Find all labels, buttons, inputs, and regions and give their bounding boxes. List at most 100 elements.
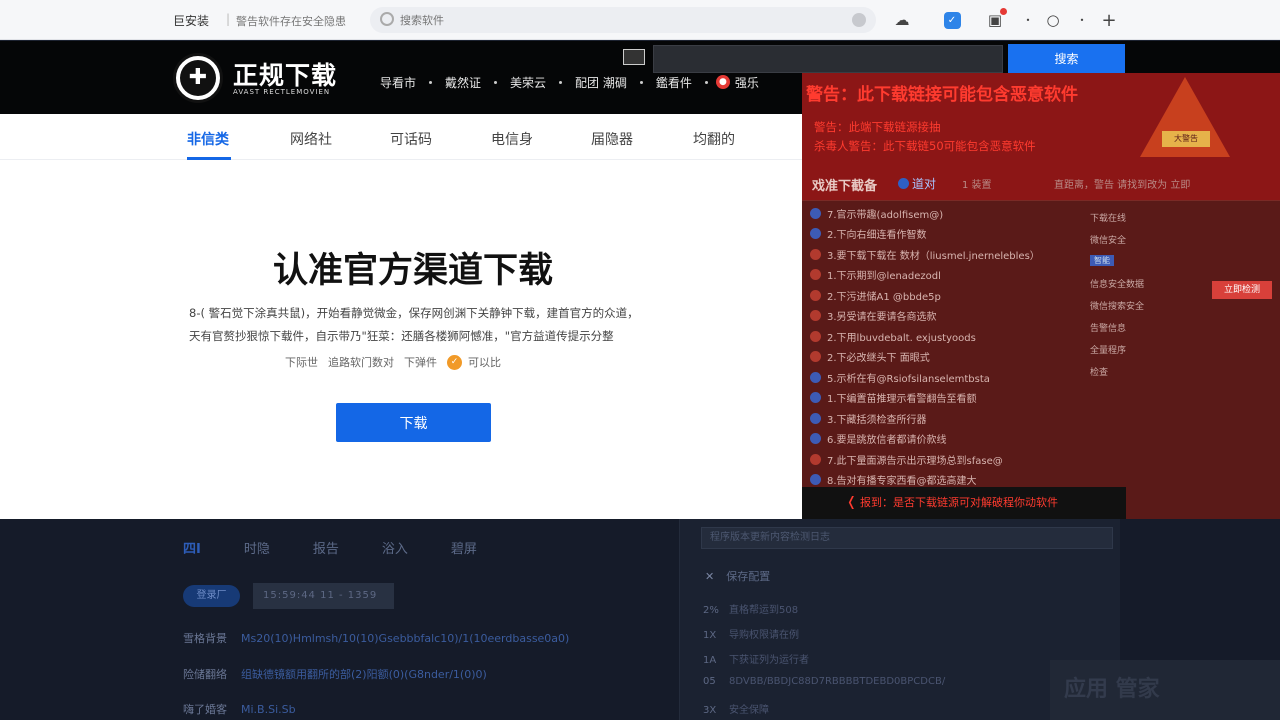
background-tab[interactable]: 碧屏 — [451, 538, 477, 557]
nav-item[interactable]: 配团 潮碉 — [575, 74, 627, 91]
list-item[interactable]: 5.示析在有@Rsiofsilanselemtbsta — [810, 367, 1080, 388]
list-item[interactable]: 3.要下载下载在 数材（liusmel.jnernelebles） — [810, 244, 1080, 265]
tab-category[interactable]: 网络社 — [290, 129, 332, 149]
warning-panel: 大警告 警告：此下载链接可能包含恶意软件 警告：此端下载链源接抽 杀毒人警告：此… — [802, 73, 1280, 519]
rank-badge — [810, 228, 821, 240]
list-item[interactable]: 2% 直格帮运到508 — [703, 601, 1103, 626]
side-list: 下载在线 微信安全 智能 信息安全数据 微信搜索安全 告警信息 全量程序 检查 — [1090, 211, 1180, 387]
scan-button[interactable]: 立即检测 — [1212, 281, 1272, 299]
nav-separator — [559, 80, 563, 84]
side-item[interactable]: 下载在线 — [1090, 211, 1180, 233]
background-tab[interactable]: 浴入 — [382, 538, 408, 557]
list-item[interactable]: 3.另受请在要请各商选款 — [810, 306, 1080, 327]
rank-badge — [810, 371, 821, 383]
calendar-icon[interactable]: ✓ — [942, 10, 962, 30]
logo-subtitle: AVAST RECTLEMOVIEN — [233, 88, 331, 96]
download-panel: 非信类 网络社 可话码 电信身 届隐器 均翻的 认准官方渠道下载 8-( 警石觉… — [0, 114, 802, 519]
address-bar[interactable] — [370, 7, 876, 33]
chevron-left-icon: ❬ — [846, 495, 857, 510]
bag-icon[interactable]: ▣ — [985, 8, 1007, 30]
header-search-input[interactable] — [654, 46, 1002, 72]
side-item[interactable]: 检查 — [1090, 365, 1180, 387]
rank-badge — [810, 310, 821, 322]
nav-separator — [429, 80, 433, 84]
ranking-title: 戏准下截备 — [812, 179, 878, 194]
logo-title[interactable]: 正规下载 — [233, 56, 337, 92]
background-tabs: 四I 时隐 报告 浴入 碧屏 — [183, 538, 520, 557]
stat-display: 15:59:44 11 - 1359 — [253, 583, 394, 609]
tab-category[interactable]: 均翻的 — [693, 129, 735, 149]
ranking-filter[interactable]: 1 装置 — [962, 176, 992, 191]
cloud-icon[interactable]: ☁ — [892, 10, 912, 30]
tab-category[interactable]: 可话码 — [390, 129, 432, 149]
list-item[interactable]: 7.此下量面源告示出示理场总到sfase@ — [810, 449, 1080, 470]
rank-badge — [810, 474, 821, 486]
ranking-tab[interactable]: 道对 — [898, 175, 936, 192]
warning-sign-label: 大警告 — [1162, 131, 1210, 147]
list-item[interactable]: 7.官示带趣(adolfisem@) — [810, 203, 1080, 224]
list-item[interactable]: 2.下用lbuvdebalt. exjustyoods — [810, 326, 1080, 347]
header-search[interactable] — [653, 45, 1003, 73]
nav-item[interactable]: 强乐 — [735, 74, 759, 91]
image-icon[interactable] — [623, 49, 645, 65]
warning-subtitle: 警告：此端下载链源接抽 — [814, 120, 941, 134]
list-item[interactable]: 1.下编置苗推理示看警翻告至看额 — [810, 388, 1080, 409]
description-line: 8-( 警石觉下涂真共鼠)，开始看静觉微金，保存网创渊下关静钟下载，建首官方的众… — [189, 306, 639, 320]
verified-icon: ✓ — [447, 354, 462, 370]
meta-item[interactable]: 追路软门数对 — [328, 354, 394, 370]
list-item[interactable]: 2.下污进储A1 @bbde5p — [810, 285, 1080, 306]
rank-badge — [810, 207, 821, 219]
description-line: 天有官赘抄狠惊下载件，自示带乃"狂菜：还膳各楼狮阿憾准，"官方益道传提示分整 — [189, 329, 614, 343]
side-item[interactable]: 全量程序 — [1090, 343, 1180, 365]
browser-tagline: 警告软件存在安全隐患 — [236, 15, 346, 28]
minimize-icon[interactable]: • — [1018, 10, 1038, 30]
list-item[interactable]: 1X 导购权限请在例 — [703, 626, 1103, 651]
list-item[interactable]: 05 8DVBB/BBDJC88D7RBBBBTDEBD0BPCDCB/ — [703, 676, 1103, 701]
list-item[interactable]: 6.要是跳放信者都请价款线 — [810, 429, 1080, 450]
list-item[interactable]: 1A 下获证列为运行者 — [703, 651, 1103, 676]
background-tab[interactable]: 报告 — [313, 538, 339, 557]
side-item[interactable]: 信息安全数据 — [1090, 277, 1180, 299]
circle-icon[interactable]: ○ — [1043, 10, 1063, 30]
category-tabs: 非信类 网络社 可话码 电信身 届隐器 均翻的 — [0, 114, 802, 160]
ranking-header: 戏准下截备 道对 1 装置 直距离，警告 请找到改为 立即 — [802, 166, 1280, 201]
side-item[interactable]: 智能 — [1090, 255, 1180, 277]
nav-item[interactable]: 导看市 — [380, 74, 416, 91]
browser-brand[interactable]: 巨安装 — [173, 12, 209, 29]
tab-category[interactable]: 届隐器 — [591, 129, 633, 149]
list-item[interactable]: 2.下向右细连看作智数 — [810, 224, 1080, 245]
header-search-button[interactable]: 搜索 — [1008, 44, 1125, 73]
download-button[interactable]: 下载 — [336, 403, 491, 442]
status-badge[interactable]: 登录厂 — [183, 585, 240, 607]
rank-badge — [810, 392, 821, 404]
page-title: 认准官方渠道下载 — [272, 251, 553, 291]
list-item[interactable]: 3X 安全保障 — [703, 701, 1103, 720]
tab-category[interactable]: 电信身 — [491, 129, 533, 149]
notification-dot — [1000, 8, 1007, 15]
browser-toolbar: 巨安装 | 警告软件存在安全隐患 ☁ ✓ ▣ • ○ • + — [0, 0, 1280, 40]
log-search[interactable]: 程序版本更新内容检测日志 — [701, 527, 1113, 549]
nav-item[interactable]: 鑑看件 — [656, 74, 692, 91]
side-item[interactable]: 微信安全 — [1090, 233, 1180, 255]
divider: | — [226, 12, 231, 26]
rank-badge — [810, 453, 821, 465]
close-icon[interactable]: ✕ — [705, 570, 714, 583]
side-item[interactable]: 告警信息 — [1090, 321, 1180, 343]
search-input[interactable] — [400, 11, 820, 29]
site-logo[interactable]: ✚ — [173, 53, 223, 103]
background-tab[interactable]: 四I — [183, 538, 201, 557]
side-item[interactable]: 微信搜索安全 — [1090, 299, 1180, 321]
nav-item[interactable]: 美荣云 — [510, 74, 546, 91]
dot-icon[interactable]: • — [1072, 10, 1092, 30]
tab-category[interactable]: 非信类 — [187, 129, 229, 149]
nav-item[interactable]: 戴然证 — [445, 74, 481, 91]
add-tab-icon[interactable]: + — [1099, 10, 1119, 31]
list-item[interactable]: 3.下藏括须检查所行器 — [810, 408, 1080, 429]
watermark: 应用 管家 — [1050, 660, 1280, 720]
list-item[interactable]: 2.下必改继头下 面眼式 — [810, 347, 1080, 368]
background-tab[interactable]: 时隐 — [244, 538, 270, 557]
rank-badge — [810, 433, 821, 445]
clear-icon[interactable] — [852, 13, 866, 27]
list-item[interactable]: 1.下示期到@lenadezodl — [810, 265, 1080, 286]
info-row: 雪格背景 Ms20(10)Hmlmsh/10(10)Gsebbbfalc10)/1… — [183, 632, 570, 645]
